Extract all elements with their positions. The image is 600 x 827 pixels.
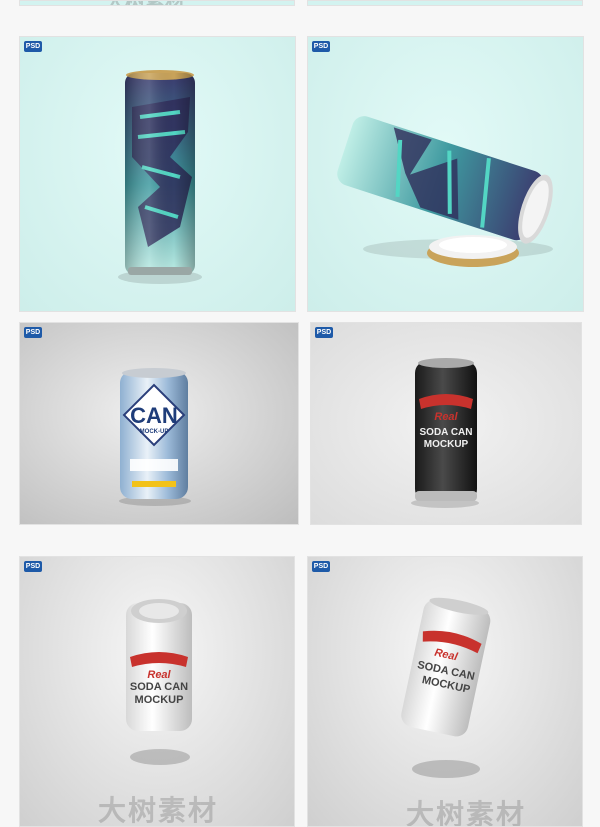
can-subtitle-text: MOCKUP <box>423 439 469 450</box>
white-can-tilted-image <box>401 597 491 778</box>
watermark-text: 大树素材 <box>98 794 219 827</box>
watermark-text: 大树素材 <box>105 1 185 5</box>
mockup-card-soda-can-white-upright[interactable]: PSD Real SODA CAN MOCKUP 大树素材 <box>19 556 295 827</box>
dark-can-image <box>411 358 479 508</box>
mockup-card-soda-can-dark[interactable]: PSD Real SODA CAN MOCKUP <box>310 322 582 525</box>
can-subtitle-text: MOCKUP <box>134 694 184 706</box>
can-title-text: SODA CAN <box>129 681 189 693</box>
prev-row-card-left[interactable]: 大树素材 <box>19 0 295 6</box>
can-title-text: SODA CAN <box>419 427 473 438</box>
brand-text: Real <box>147 669 171 681</box>
mockup-card-tall-can-lying[interactable]: PSD <box>307 36 584 312</box>
mockup-card-tall-can-upright[interactable]: PSD <box>19 36 296 312</box>
brand-text: Real <box>434 411 458 423</box>
tall-can-lying-image <box>337 116 553 267</box>
watermark-text: 大树素材 <box>406 798 527 827</box>
can-subtitle-text: MOCK-UP <box>139 429 169 435</box>
prev-row-card-right[interactable] <box>307 0 583 6</box>
tall-can-upright-image <box>118 70 202 284</box>
mockup-card-soda-can-white-tilted[interactable]: PSD Real SODA CAN MOCKUP 大树素材 <box>307 556 583 827</box>
mockup-card-can-silver[interactable]: PSD CAN MOCK-UP <box>19 322 299 525</box>
can-title-text: CAN <box>130 403 178 428</box>
